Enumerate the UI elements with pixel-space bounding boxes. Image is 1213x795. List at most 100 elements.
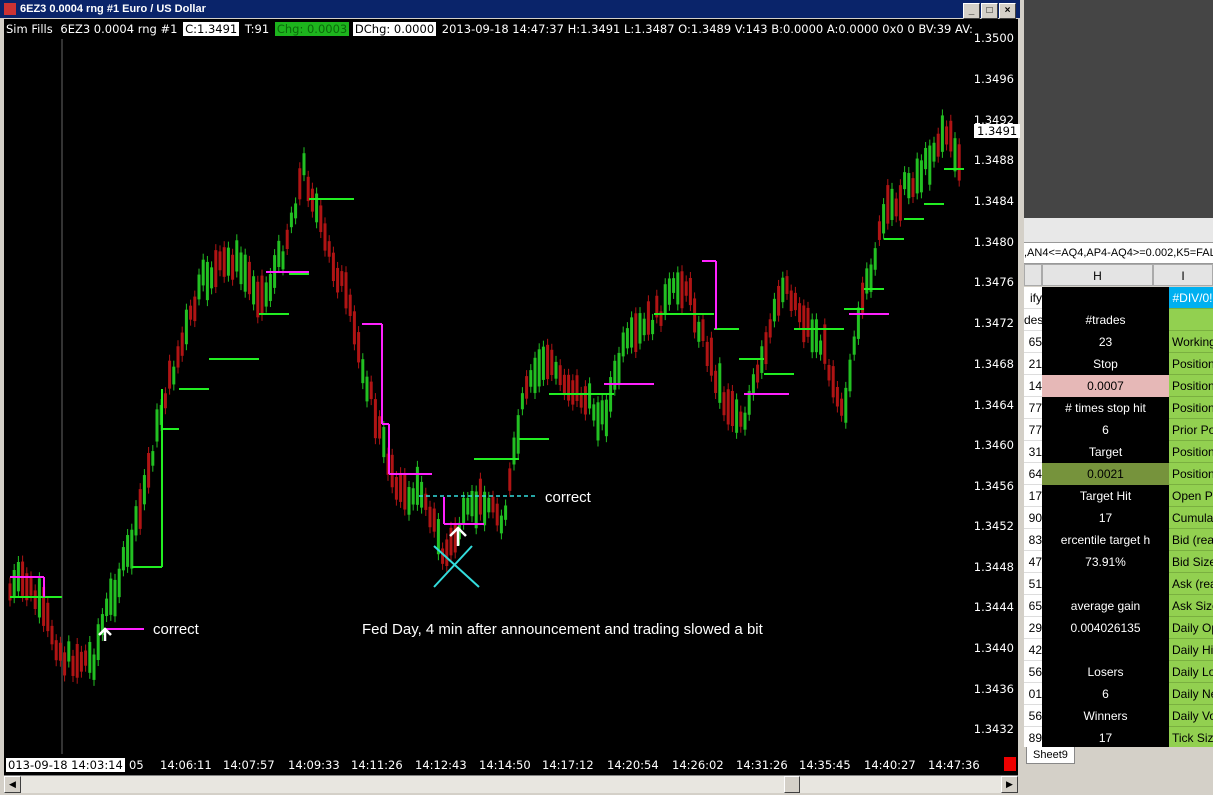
price-bar <box>336 267 340 293</box>
scroll-right-arrow-icon[interactable]: ▶ <box>1001 776 1018 793</box>
cell-h[interactable]: average gain <box>1042 595 1169 617</box>
cell-i[interactable]: Position C <box>1169 397 1213 419</box>
cell-g[interactable]: ify <box>1024 287 1042 309</box>
cell-g[interactable]: 77 <box>1024 397 1042 419</box>
sheet-row: 56LosersDaily Low <box>1024 661 1213 683</box>
cell-h[interactable] <box>1042 287 1169 309</box>
alert-indicator[interactable] <box>1004 757 1016 771</box>
cell-h[interactable] <box>1042 639 1169 661</box>
price-bar <box>441 548 445 564</box>
cell-i[interactable]: #DIV/0! <box>1169 287 1213 309</box>
column-header-h[interactable]: H <box>1042 264 1153 286</box>
cell-i[interactable]: Bid (read- <box>1169 529 1213 551</box>
scroll-thumb[interactable] <box>784 776 800 793</box>
cell-g[interactable]: 56 <box>1024 661 1042 683</box>
sheet-tab[interactable]: Sheet9 <box>1026 747 1075 764</box>
cell-i[interactable]: Daily Net <box>1169 683 1213 705</box>
price-bar <box>155 409 159 442</box>
spreadsheet-grid[interactable]: ify#DIV/0!des#trades6523Working O21StopP… <box>1024 287 1213 747</box>
cell-h[interactable]: # times stop hit <box>1042 397 1169 419</box>
cell-i[interactable] <box>1169 309 1213 331</box>
cell-g[interactable]: 47 <box>1024 551 1042 573</box>
cell-g[interactable]: des <box>1024 309 1042 331</box>
cell-h[interactable]: Losers <box>1042 661 1169 683</box>
cell-h[interactable]: 6 <box>1042 419 1169 441</box>
cell-g[interactable]: 17 <box>1024 485 1042 507</box>
cell-h[interactable]: 0.004026135 <box>1042 617 1169 639</box>
cell-i[interactable]: Position C <box>1169 375 1213 397</box>
cell-g[interactable]: 29 <box>1024 617 1042 639</box>
cell-g[interactable]: 42 <box>1024 639 1042 661</box>
formula-bar[interactable]: ,AN4<=AQ4,AP4-AQ4>=0.002,K5=FALSE <box>1024 242 1213 264</box>
cell-g[interactable]: 56 <box>1024 705 1042 727</box>
price-bar <box>67 641 71 662</box>
cell-g[interactable]: 01 <box>1024 683 1042 705</box>
column-header-g[interactable] <box>1024 264 1042 286</box>
price-bar <box>54 640 58 661</box>
price-bar <box>499 515 503 534</box>
cell-g[interactable]: 89 <box>1024 727 1042 747</box>
cell-i[interactable]: Open Pro <box>1169 485 1213 507</box>
chart-horizontal-scrollbar[interactable]: ◀ ▶ <box>4 775 1018 793</box>
price-bar <box>756 364 760 383</box>
cell-h[interactable]: ercentile target h <box>1042 529 1169 551</box>
cell-h[interactable] <box>1042 573 1169 595</box>
cell-g[interactable]: 14 <box>1024 375 1042 397</box>
price-bar <box>487 497 491 513</box>
cell-h[interactable]: #trades <box>1042 309 1169 331</box>
price-bar <box>445 539 449 567</box>
close-button[interactable]: × <box>999 3 1016 19</box>
cell-h[interactable]: Winners <box>1042 705 1169 727</box>
cell-g[interactable]: 64 <box>1024 463 1042 485</box>
cell-i[interactable]: Ask (read- <box>1169 573 1213 595</box>
cell-i[interactable]: Position v <box>1169 353 1213 375</box>
cell-i[interactable]: Daily Low <box>1169 661 1213 683</box>
price-label: 1.3496 <box>973 72 1014 86</box>
cell-h[interactable]: Stop <box>1042 353 1169 375</box>
cell-g[interactable]: 65 <box>1024 595 1042 617</box>
minimize-button[interactable]: _ <box>963 3 980 19</box>
cell-h[interactable]: 6 <box>1042 683 1169 705</box>
price-bar <box>294 203 298 219</box>
price-bar <box>252 276 256 305</box>
cell-i[interactable]: Bid Size (r <box>1169 551 1213 573</box>
maximize-button[interactable]: □ <box>981 3 998 19</box>
cell-h[interactable]: 17 <box>1042 727 1169 747</box>
cell-i[interactable]: Ask Size ( <box>1169 595 1213 617</box>
price-label: 1.3460 <box>973 438 1014 452</box>
cell-i[interactable]: Tick Size ( <box>1169 727 1213 747</box>
cell-i[interactable]: Daily Ope <box>1169 617 1213 639</box>
cell-i[interactable]: Position C <box>1169 441 1213 463</box>
chart-canvas[interactable] <box>4 19 967 775</box>
price-bar <box>92 654 96 680</box>
price-bar <box>793 292 797 311</box>
price-chart[interactable]: Sim Fills 6EZ3 0.0004 rng #1 C:1.3491 T:… <box>4 19 1021 775</box>
cell-i[interactable]: Prior Posi <box>1169 419 1213 441</box>
cell-g[interactable]: 31 <box>1024 441 1042 463</box>
cell-g[interactable]: 77 <box>1024 419 1042 441</box>
cell-g[interactable]: 65 <box>1024 331 1042 353</box>
cell-i[interactable]: Position A <box>1169 463 1213 485</box>
cell-i[interactable]: Daily High <box>1169 639 1213 661</box>
cell-g[interactable]: 21 <box>1024 353 1042 375</box>
spreadsheet-scrollbar[interactable] <box>1024 765 1213 795</box>
cell-h[interactable]: 17 <box>1042 507 1169 529</box>
cell-i[interactable]: Working O <box>1169 331 1213 353</box>
time-label: 14:17:12 <box>542 758 594 772</box>
cell-i[interactable]: Cumulativ <box>1169 507 1213 529</box>
scroll-left-arrow-icon[interactable]: ◀ <box>4 776 21 793</box>
cell-g[interactable]: 90 <box>1024 507 1042 529</box>
sheet-row: 56WinnersDaily Volu <box>1024 705 1213 727</box>
price-bar <box>96 624 100 661</box>
cell-h[interactable]: 0.0007 <box>1042 375 1169 397</box>
cell-g[interactable]: 83 <box>1024 529 1042 551</box>
cell-i[interactable]: Daily Volu <box>1169 705 1213 727</box>
cell-h[interactable]: 73.91% <box>1042 551 1169 573</box>
cell-h[interactable]: 23 <box>1042 331 1169 353</box>
price-bar <box>903 172 907 190</box>
cell-h[interactable]: Target Hit <box>1042 485 1169 507</box>
cell-g[interactable]: 51 <box>1024 573 1042 595</box>
column-header-i[interactable]: I <box>1153 264 1213 286</box>
cell-h[interactable]: Target <box>1042 441 1169 463</box>
cell-h[interactable]: 0.0021 <box>1042 463 1169 485</box>
